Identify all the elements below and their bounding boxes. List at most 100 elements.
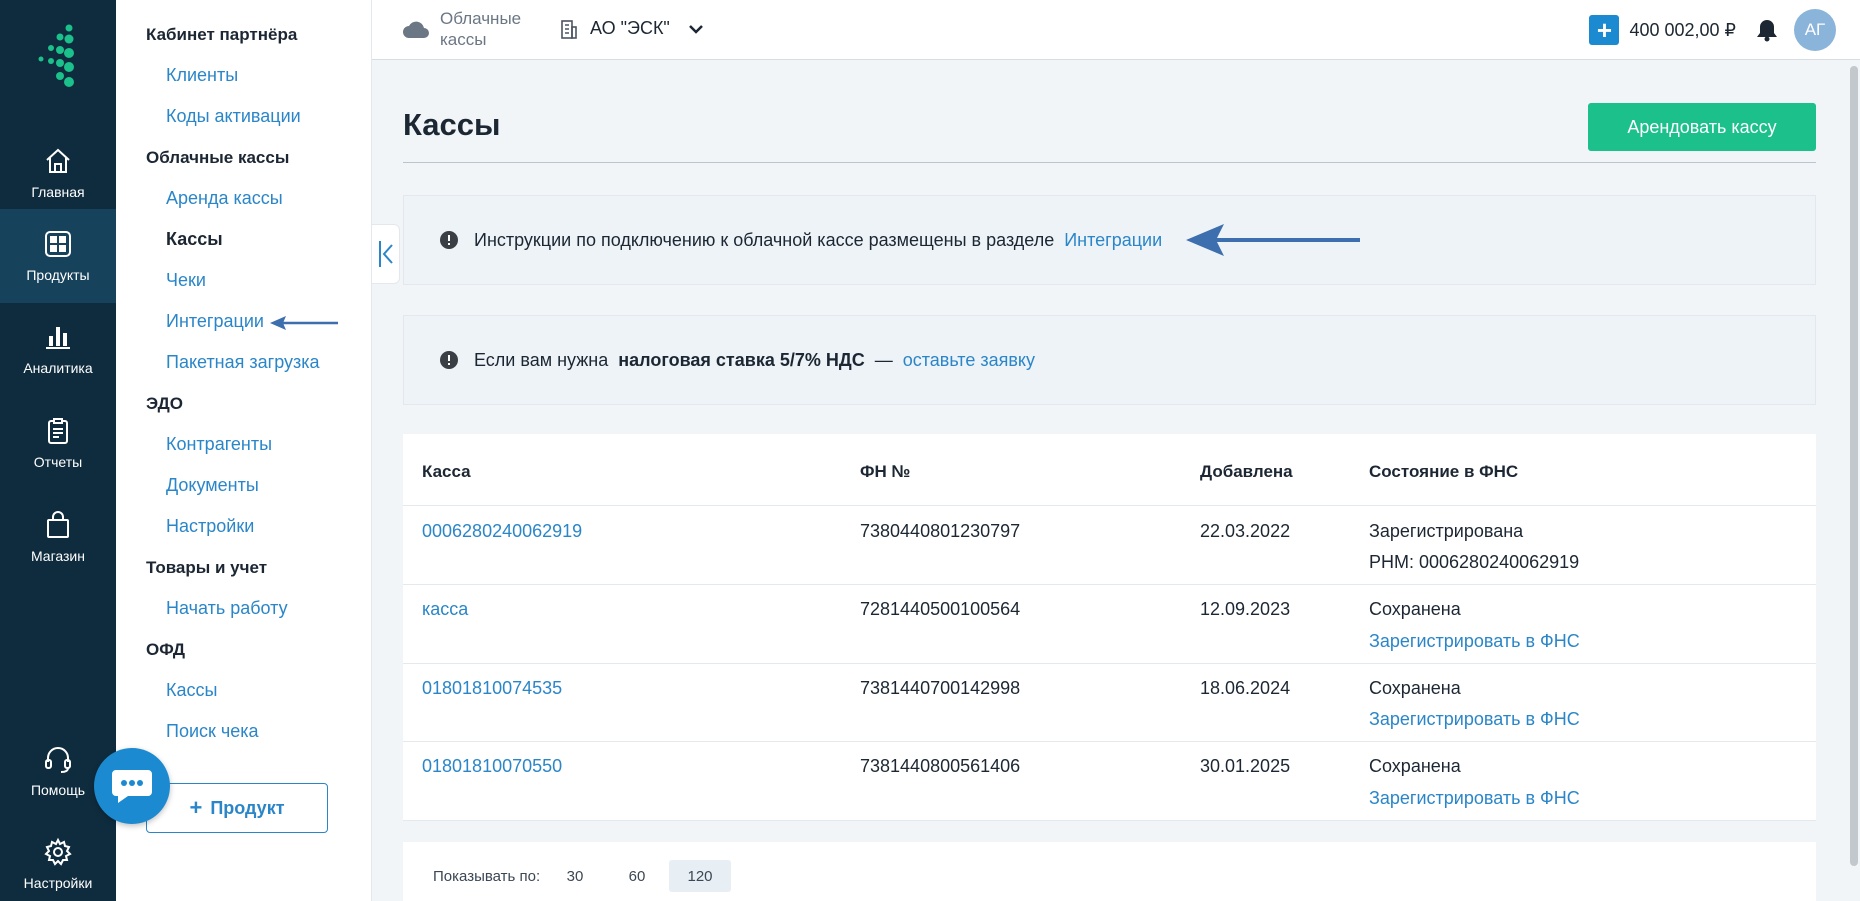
- page-size-label: Показывать по:: [433, 868, 541, 885]
- row-divider: [403, 820, 1816, 821]
- kkt-name-link[interactable]: 0006280240062919: [422, 521, 582, 542]
- organization-name: АО "ЭСК": [590, 18, 670, 38]
- rail-label-home: Главная: [31, 184, 85, 200]
- headset-icon: [45, 747, 71, 773]
- row-divider: [403, 584, 1816, 585]
- subnav-link-counterparties[interactable]: Контрагенты: [166, 434, 272, 455]
- added-date: 12.09.2023: [1200, 599, 1291, 619]
- page-size-120[interactable]: 120: [669, 860, 731, 892]
- page-scrollbar[interactable]: [1848, 60, 1860, 901]
- register-fns-link[interactable]: Зарегистрировать в ФНС: [1369, 631, 1580, 652]
- plus-icon: +: [189, 795, 203, 820]
- rail-label-analytics: Аналитика: [23, 360, 93, 376]
- kkt-name-link[interactable]: 01801810074535: [422, 678, 562, 699]
- row-divider: [403, 505, 1816, 506]
- subnav-link-documents[interactable]: Документы: [166, 475, 259, 496]
- fns-status: Зарегистрирована: [1369, 521, 1524, 541]
- rail-item-shop[interactable]: Магазин: [0, 490, 116, 584]
- scrollbar-thumb[interactable]: [1850, 66, 1858, 866]
- balance[interactable]: 400 002,00 ₽: [1629, 20, 1736, 41]
- product-name-line1: Облачные: [440, 9, 522, 28]
- subnav-link-receipt-search[interactable]: Поиск чека: [166, 721, 259, 742]
- col-header-fns-status: Состояние в ФНС: [1369, 462, 1519, 481]
- rnm-number: РНМ: 0006280240062919: [1369, 552, 1580, 572]
- arrow-annotation-small: [270, 316, 338, 330]
- subnav-link-ofd-kkt[interactable]: Кассы: [166, 680, 217, 701]
- rail-label-shop: Магазин: [30, 548, 85, 564]
- home-icon: [46, 148, 70, 173]
- fn-number: 7381440700142998: [860, 678, 1021, 698]
- fns-status: Сохранена: [1369, 756, 1461, 776]
- collapse-icon: [378, 241, 393, 267]
- add-product-button[interactable]: + Продукт: [146, 783, 328, 833]
- page-size-60[interactable]: 60: [622, 860, 652, 892]
- gear-icon: [44, 837, 72, 866]
- fns-status: Сохранена: [1369, 678, 1461, 698]
- avatar[interactable]: АГ: [1794, 9, 1836, 51]
- subnav-link-kkt[interactable]: Кассы: [166, 229, 223, 250]
- chat-button[interactable]: [94, 748, 170, 824]
- collapse-sidebar-button[interactable]: [372, 224, 400, 284]
- subnav-link-get-started[interactable]: Начать работу: [166, 598, 288, 619]
- plus-icon: +: [1596, 14, 1613, 45]
- building-icon: [561, 19, 577, 39]
- vat-rate: налоговая ставка 5/7% НДС: [618, 349, 865, 370]
- subnav-link-integrations[interactable]: Интеграции: [166, 311, 264, 332]
- integration-link[interactable]: Интеграции: [1064, 230, 1162, 251]
- organization-selector[interactable]: АО "ЭСК": [560, 18, 704, 39]
- subnav-link-clients[interactable]: Клиенты: [166, 65, 238, 86]
- info-icon: [440, 231, 458, 249]
- product-switcher[interactable]: Облачные кассы: [402, 8, 521, 50]
- group-partner: Кабинет партнёра: [146, 25, 298, 44]
- fn-number: 7281440500100564: [860, 599, 1021, 619]
- integration-notice: Инструкции по подключению к облачной кас…: [403, 195, 1816, 285]
- col-header-fn: ФН №: [860, 462, 911, 481]
- clipboard-icon: [48, 418, 68, 444]
- top-bar: Облачные кассы АО "ЭСК" + 400 002,00 ₽ А…: [372, 0, 1860, 60]
- bell-icon[interactable]: [1756, 18, 1778, 42]
- chevron-down-icon: [688, 24, 703, 34]
- rent-kkt-button[interactable]: Арендовать кассу: [1588, 103, 1816, 151]
- grid-icon: [45, 231, 71, 257]
- group-goods: Товары и учет: [146, 558, 268, 577]
- shopping-bag-icon: [47, 511, 69, 538]
- top-up-button[interactable]: +: [1589, 14, 1620, 45]
- vat-notice: Если вам нужна налоговая ставка 5/7% НДС…: [403, 315, 1816, 405]
- subnav-link-rent[interactable]: Аренда кассы: [166, 188, 283, 209]
- added-date: 18.06.2024: [1200, 678, 1291, 698]
- col-header-added: Добавлена: [1200, 462, 1293, 481]
- rail-item-settings[interactable]: Настройки: [0, 817, 116, 901]
- subnav-link-receipts[interactable]: Чеки: [166, 270, 206, 291]
- fn-number: 7381440800561406: [860, 756, 1021, 776]
- rail-item-home[interactable]: Главная: [0, 126, 116, 220]
- group-edo: ЭДО: [146, 394, 184, 413]
- logo-icon[interactable]: [0, 22, 116, 92]
- rail-item-products[interactable]: Продукты: [0, 209, 116, 303]
- rail-label-settings: Настройки: [23, 875, 93, 891]
- arrow-annotation-large: [1186, 224, 1361, 256]
- fns-status: Сохранена: [1369, 599, 1461, 619]
- vat-notice-text: Если вам нужна: [474, 349, 609, 370]
- leave-request-link[interactable]: оставьте заявку: [903, 350, 1035, 371]
- kkt-name-link[interactable]: 01801810070550: [422, 756, 562, 777]
- subnav-link-activation-codes[interactable]: Коды активации: [166, 106, 301, 127]
- kkt-name-link[interactable]: касса: [422, 599, 468, 620]
- page-size-30[interactable]: 30: [560, 860, 590, 892]
- pagination-bar: [403, 842, 1816, 901]
- vat-dash: —: [874, 349, 893, 370]
- rail-item-analytics[interactable]: Аналитика: [0, 302, 116, 396]
- added-date: 30.01.2025: [1200, 756, 1291, 776]
- subnav-link-edo-settings[interactable]: Настройки: [166, 516, 254, 537]
- rail-label-products: Продукты: [26, 267, 90, 283]
- col-header-kkt: Касса: [422, 462, 471, 481]
- subnav-link-batch-upload[interactable]: Пакетная загрузка: [166, 352, 320, 373]
- register-fns-link[interactable]: Зарегистрировать в ФНС: [1369, 788, 1580, 809]
- added-date: 22.03.2022: [1200, 521, 1291, 541]
- register-fns-link[interactable]: Зарегистрировать в ФНС: [1369, 709, 1580, 730]
- topbar-actions: + 400 002,00 ₽ АГ: [1589, 0, 1860, 60]
- kkt-table: [403, 434, 1816, 820]
- rail-label-help: Помощь: [30, 782, 86, 798]
- bar-chart-icon: [46, 327, 70, 349]
- cloud-icon: [403, 21, 429, 38]
- rail-item-reports[interactable]: Отчеты: [0, 396, 116, 490]
